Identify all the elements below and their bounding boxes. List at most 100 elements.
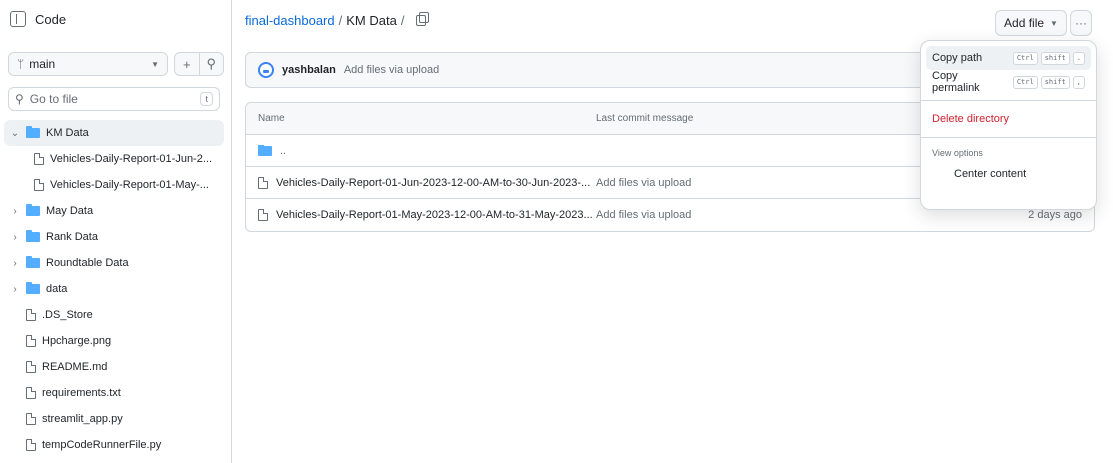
menu-item-label: Delete directory: [932, 113, 1010, 125]
search-icon: ⚲: [15, 92, 24, 106]
side-panel-icon[interactable]: [10, 11, 26, 27]
shortcut-key: t: [200, 92, 213, 106]
tree-item-label: May Data: [46, 205, 94, 217]
tree-file-item[interactable]: tempCodeRunnerFile.py: [4, 432, 224, 458]
tree-folder-item[interactable]: › Rank Data: [4, 224, 224, 250]
keyboard-shortcut: Ctrl shift ,: [1012, 75, 1085, 89]
file-icon: [26, 309, 36, 321]
key-ctrl: Ctrl: [1012, 75, 1038, 89]
file-icon: [26, 413, 36, 425]
avatar[interactable]: [258, 62, 274, 78]
column-header-message: Last commit message: [596, 113, 694, 124]
folder-icon: [26, 256, 40, 268]
file-tree: ⌄ KM Data Vehicles-Daily-Report-01-Jun-2..…: [4, 120, 224, 458]
chevron-right-icon[interactable]: ›: [10, 258, 20, 269]
breadcrumb-repo-link[interactable]: final-dashboard: [245, 13, 335, 28]
latest-commit-bar: yashbalan Add files via upload: [245, 52, 945, 88]
sidebar-title: Code: [35, 11, 67, 27]
breadcrumb-separator: /: [400, 13, 405, 28]
key-period: .: [1072, 51, 1085, 65]
file-icon: [258, 209, 268, 221]
add-file-icon[interactable]: +: [175, 53, 199, 75]
tree-item-label: requirements.txt: [42, 387, 121, 399]
breadcrumb: final-dashboard / KM Data /: [245, 12, 430, 28]
tree-folder-item[interactable]: › data: [4, 276, 224, 302]
git-branch-icon: ᛘ: [17, 57, 25, 71]
tree-file-item[interactable]: README.md: [4, 354, 224, 380]
commit-author[interactable]: yashbalan: [282, 64, 336, 76]
tree-folder-item[interactable]: › May Data: [4, 198, 224, 224]
parent-directory-link[interactable]: ..: [280, 145, 286, 157]
file-name-link[interactable]: Vehicles-Daily-Report-01-Jun-2023-12-00-…: [276, 177, 590, 189]
menu-item-center-content[interactable]: Center content: [926, 162, 1091, 186]
commit-message-link[interactable]: Add files via upload: [596, 209, 946, 221]
menu-item-label: Center content: [954, 168, 1027, 180]
tree-item-label: Rank Data: [46, 231, 98, 243]
tree-item-label: Vehicles-Daily-Report-01-May-...: [50, 179, 209, 191]
key-comma: ,: [1072, 75, 1085, 89]
menu-group-heading: View options: [932, 148, 983, 158]
search-icon[interactable]: ⚲: [198, 53, 224, 75]
tree-item-label: README.md: [42, 361, 108, 373]
file-icon: [26, 387, 36, 399]
tree-folder-item[interactable]: › Roundtable Data: [4, 250, 224, 276]
tree-folder-item[interactable]: ⌄ KM Data: [4, 120, 224, 146]
tree-item-label: data: [46, 283, 68, 295]
breadcrumb-separator: /: [338, 13, 343, 28]
file-icon: [26, 361, 36, 373]
chevron-right-icon[interactable]: ›: [10, 284, 20, 295]
add-file-button[interactable]: Add file ▼: [995, 10, 1067, 36]
commit-message-link[interactable]: Add files via upload: [596, 177, 946, 189]
chevron-down-icon: ▼: [151, 59, 159, 69]
folder-icon: [26, 282, 40, 294]
tree-file-item[interactable]: Vehicles-Daily-Report-01-Jun-2...: [4, 146, 224, 172]
tree-item-label: streamlit_app.py: [42, 413, 123, 425]
file-tree-sidebar: Code ᛘ main ▼ + ⚲ ⚲ Go to file t ⌄ KM Dat…: [0, 0, 232, 463]
tree-file-item[interactable]: Hpcharge.png: [4, 328, 224, 354]
commit-date: 2 days ago: [1028, 209, 1082, 221]
folder-icon: [26, 204, 40, 216]
tree-item-label: KM Data: [46, 127, 89, 139]
commit-message[interactable]: Add files via upload: [344, 64, 439, 76]
tree-file-item[interactable]: Vehicles-Daily-Report-01-May-...: [4, 172, 224, 198]
menu-item-label: Copy path: [932, 52, 983, 64]
menu-item-copy-permalink[interactable]: Copy permalink Ctrl shift ,: [926, 70, 1091, 94]
tree-file-item[interactable]: streamlit_app.py: [4, 406, 224, 432]
kebab-icon: ···: [1075, 16, 1087, 30]
file-icon: [258, 176, 268, 189]
chevron-right-icon[interactable]: ›: [10, 206, 20, 217]
chevron-down-icon: ▼: [1050, 18, 1058, 28]
file-name-link[interactable]: Vehicles-Daily-Report-01-May-2023-12-00-…: [276, 209, 593, 221]
keyboard-shortcut: Ctrl shift .: [1012, 51, 1085, 65]
menu-item-copy-path[interactable]: Copy path Ctrl shift .: [926, 46, 1091, 70]
tree-file-item[interactable]: .DS_Store: [4, 302, 224, 328]
menu-item-delete-directory[interactable]: Delete directory: [926, 107, 1091, 131]
folder-icon: [26, 230, 40, 242]
menu-item-label: Copy permalink: [932, 70, 980, 94]
go-to-file-input[interactable]: ⚲ Go to file t: [8, 87, 220, 111]
branch-selector[interactable]: ᛘ main ▼: [8, 52, 168, 76]
tree-item-label: .DS_Store: [42, 309, 93, 321]
more-options-menu: Copy path Ctrl shift . Copy permalink Ct…: [920, 40, 1097, 210]
tree-file-item[interactable]: requirements.txt: [4, 380, 224, 406]
key-ctrl: Ctrl: [1012, 51, 1038, 65]
file-icon: [34, 179, 44, 191]
column-header-name: Name: [258, 113, 285, 124]
folder-icon: [258, 144, 272, 156]
tree-item-label: tempCodeRunnerFile.py: [42, 439, 162, 451]
add-file-label: Add file: [1004, 16, 1045, 30]
branch-row: ᛘ main ▼ + ⚲: [8, 52, 224, 76]
more-options-button[interactable]: ···: [1070, 10, 1092, 36]
menu-divider: [921, 137, 1096, 138]
sidebar-header: Code: [10, 8, 66, 30]
tree-item-label: Hpcharge.png: [42, 335, 112, 347]
copy-icon[interactable]: [416, 12, 430, 26]
go-to-file-placeholder: Go to file: [29, 92, 78, 106]
key-shift: shift: [1040, 51, 1070, 65]
tree-actions: + ⚲: [174, 52, 224, 76]
chevron-down-icon[interactable]: ⌄: [10, 128, 20, 139]
file-icon: [26, 439, 36, 451]
key-shift: shift: [1040, 75, 1070, 89]
chevron-right-icon[interactable]: ›: [10, 232, 20, 243]
folder-icon: [26, 126, 40, 138]
